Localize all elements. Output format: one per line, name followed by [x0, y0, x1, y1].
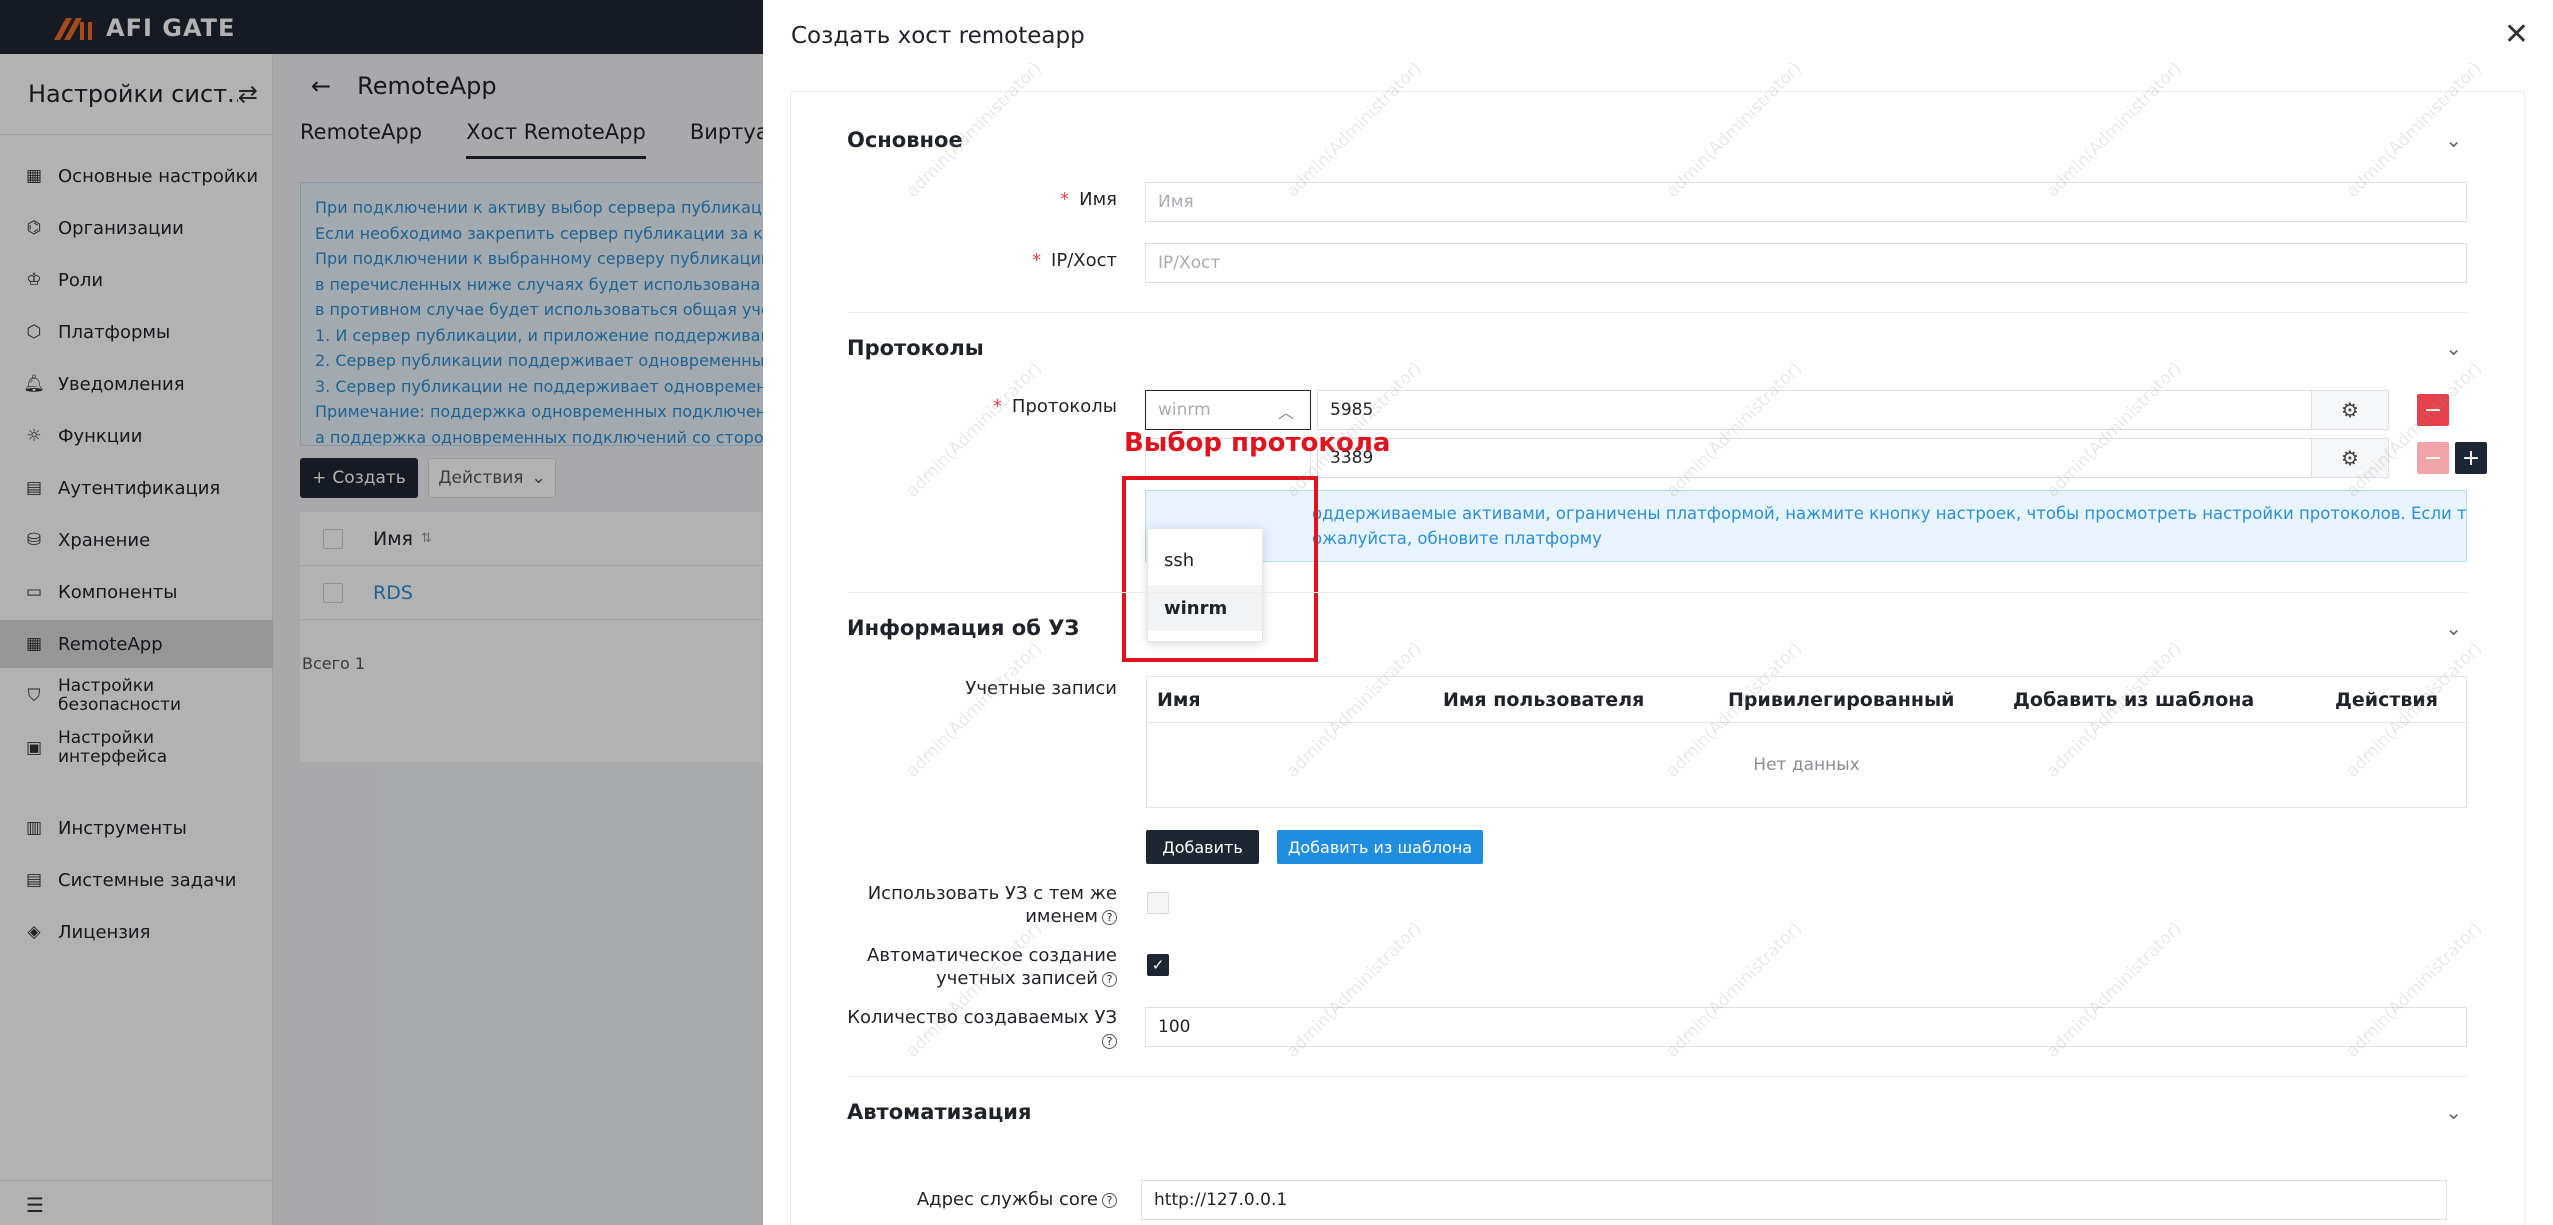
column-name: Имя	[1157, 689, 1201, 711]
notice-line: оддерживаемые активами, ограничены платф…	[1312, 504, 2467, 523]
count-label: Количество создаваемых УЗ ?	[847, 1007, 1117, 1049]
close-icon[interactable]: ✕	[2504, 20, 2529, 50]
section-title-automation: Автоматизация	[847, 1100, 1032, 1124]
name-input[interactable]: Имя	[1145, 182, 2467, 222]
annotation-label: Выбор протокола	[1124, 428, 1391, 458]
chevron-down-icon[interactable]: ⌄	[2445, 1100, 2462, 1124]
host-label: * IP/Хост	[1032, 250, 1117, 271]
auto-create-checkbox[interactable]: ✓	[1147, 954, 1169, 976]
core-address-input[interactable]: http://127.0.0.1	[1141, 1180, 2447, 1220]
help-icon[interactable]: ?	[1102, 971, 1117, 987]
protocols-label: * Протоколы	[992, 396, 1117, 417]
protocols-notice: оддерживаемые активами, ограничены платф…	[1145, 490, 2467, 562]
form-card: Основное ⌄ * Имя Имя * IP/Хост IP/Хост Про…	[791, 92, 2524, 1225]
remove-protocol-button[interactable]: −	[2417, 442, 2449, 474]
column-privileged: Привилегированный	[1728, 689, 1955, 711]
drawer-title: Создать хост remoteapp	[791, 23, 1085, 49]
core-address-label: Адрес службы core?	[851, 1189, 1117, 1210]
same-name-label: Использовать УЗ с тем же именем?	[867, 883, 1117, 927]
section-title-accounts: Информация об УЗ	[847, 616, 1080, 640]
name-label: * Имя	[1060, 189, 1117, 210]
protocol-select[interactable]: winrm ︿	[1145, 390, 1311, 430]
section-divider	[847, 592, 2467, 593]
empty-text: Нет данных	[1753, 755, 1860, 775]
accounts-table: Имя Имя пользователя Привилегированный Д…	[1146, 676, 2467, 808]
create-host-drawer: Создать хост remoteapp ✕ Основное ⌄ * Имя…	[763, 0, 2553, 1225]
chevron-down-icon[interactable]: ⌄	[2445, 128, 2462, 152]
port-input-2[interactable]: 3389	[1317, 438, 2323, 478]
drawer-body: Основное ⌄ * Имя Имя * IP/Хост IP/Хост Про…	[791, 92, 2524, 1225]
modal-backdrop[interactable]	[0, 0, 763, 1225]
add-protocol-button[interactable]: +	[2455, 442, 2487, 474]
column-username: Имя пользователя	[1443, 689, 1645, 711]
section-divider	[847, 312, 2467, 313]
add-from-template-button[interactable]: Добавить из шаблона	[1277, 830, 1483, 864]
settings-gear-icon[interactable]: ⚙	[2311, 438, 2389, 478]
chevron-down-icon[interactable]: ⌄	[2445, 336, 2462, 360]
annotation-box	[1122, 476, 1318, 662]
help-icon[interactable]: ?	[1102, 1192, 1117, 1208]
section-title-basic: Основное	[847, 128, 963, 152]
port-input[interactable]: 5985	[1317, 390, 2323, 430]
settings-gear-icon[interactable]: ⚙	[2311, 390, 2389, 430]
auto-create-label: Автоматическое создание учетных записей?	[867, 945, 1117, 989]
notice-line: ожалуйста, обновите платформу	[1312, 529, 1602, 548]
column-actions: Действия	[2335, 689, 2438, 711]
accounts-table-header: Имя Имя пользователя Привилегированный Д…	[1147, 677, 2466, 723]
section-title-protocols: Протоколы	[847, 336, 984, 360]
chevron-down-icon[interactable]: ⌄	[2445, 616, 2462, 640]
remove-protocol-button[interactable]: −	[2417, 394, 2449, 426]
same-name-checkbox[interactable]	[1147, 892, 1169, 914]
drawer-header: Создать хост remoteapp ✕	[763, 0, 2553, 72]
column-from-template: Добавить из шаблона	[2013, 689, 2255, 711]
help-icon[interactable]: ?	[1102, 909, 1117, 925]
host-input[interactable]: IP/Хост	[1145, 243, 2467, 283]
help-icon[interactable]: ?	[1102, 1033, 1117, 1049]
count-input[interactable]: 100	[1145, 1007, 2467, 1047]
chevron-up-icon: ︿	[1277, 403, 1294, 422]
section-divider	[847, 1076, 2467, 1077]
add-account-button[interactable]: Добавить	[1146, 830, 1259, 864]
accounts-label: Учетные записи	[965, 678, 1117, 699]
protocol-select-value: winrm	[1158, 400, 1211, 420]
